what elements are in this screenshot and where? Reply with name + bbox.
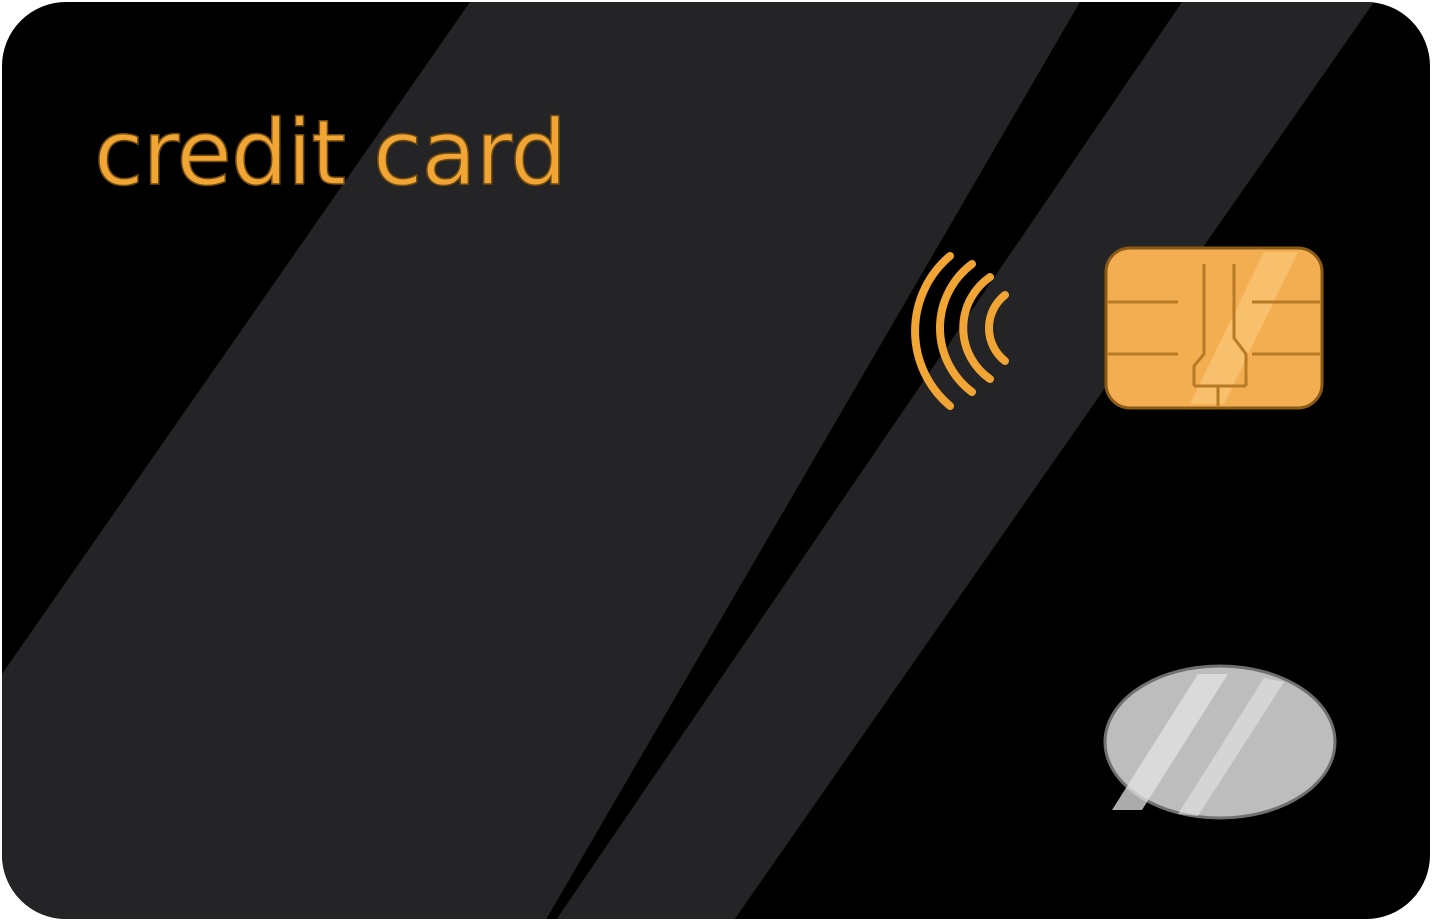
oval-emblem-icon [1103, 664, 1337, 820]
credit-card: credit card [0, 0, 1432, 921]
card-title: credit card [93, 100, 568, 207]
emv-chip-icon [1104, 246, 1324, 410]
